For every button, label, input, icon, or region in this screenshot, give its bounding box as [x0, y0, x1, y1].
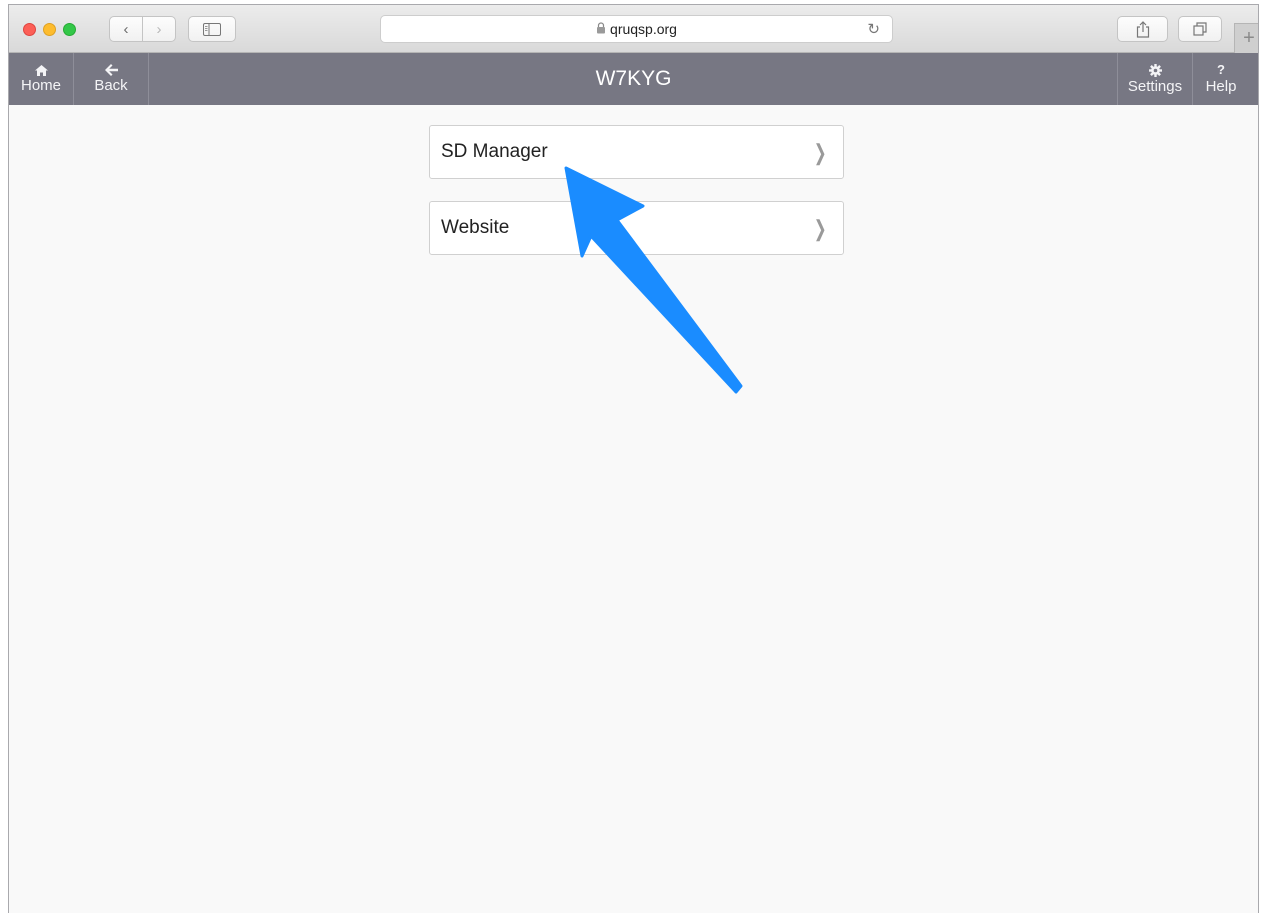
arrow-left-icon — [104, 64, 118, 76]
chevron-left-icon: ‹ — [123, 20, 129, 38]
chevron-right-icon: ❯ — [813, 140, 827, 165]
show-tabs-button[interactable] — [1178, 16, 1222, 42]
browser-toolbar: ‹ › qruqsp.org ↻ + — [9, 5, 1258, 53]
browser-window: ‹ › qruqsp.org ↻ + W7KYG Home Back Setti… — [8, 4, 1259, 913]
minimize-window-button[interactable] — [43, 23, 56, 36]
lock-icon — [596, 21, 606, 37]
home-button[interactable]: Home — [9, 53, 74, 105]
page-title: W7KYG — [595, 67, 672, 90]
help-label: Help — [1205, 78, 1237, 95]
plus-icon: + — [1243, 27, 1255, 49]
gear-icon — [1148, 63, 1162, 77]
menu-item-sd-manager[interactable]: SD Manager ❯ — [429, 125, 844, 179]
menu-item-label: SD Manager — [441, 141, 548, 162]
chevron-right-icon: › — [156, 20, 162, 38]
url-text: qruqsp.org — [610, 21, 677, 37]
address-bar[interactable]: qruqsp.org ↻ — [380, 15, 893, 43]
back-label: Back — [94, 77, 128, 94]
sidebar-icon — [203, 22, 221, 36]
close-window-button[interactable] — [23, 23, 36, 36]
share-icon — [1136, 20, 1149, 38]
help-button[interactable]: ? Help — [1192, 53, 1249, 105]
settings-label: Settings — [1127, 77, 1183, 95]
home-label: Home — [20, 76, 61, 94]
browser-forward-button[interactable]: › — [142, 17, 175, 41]
reload-icon[interactable]: ↻ — [867, 20, 880, 38]
back-button[interactable]: Back — [74, 53, 149, 105]
question-mark-icon: ? — [1217, 62, 1225, 77]
browser-back-button[interactable]: ‹ — [110, 17, 142, 41]
settings-button[interactable]: Settings — [1117, 53, 1192, 105]
chevron-right-icon: ❯ — [813, 216, 827, 241]
share-button[interactable] — [1117, 16, 1168, 42]
new-tab-button[interactable]: + — [1234, 23, 1258, 53]
zoom-window-button[interactable] — [63, 23, 76, 36]
tabs-overview-icon — [1193, 22, 1207, 36]
app-header: W7KYG Home Back Settings ? Help — [9, 53, 1258, 105]
menu-item-label: Website — [441, 217, 510, 238]
history-nav: ‹ › — [109, 16, 176, 42]
menu-item-website[interactable]: Website ❯ — [429, 201, 844, 255]
home-icon — [34, 64, 48, 76]
sidebar-toggle-button[interactable] — [188, 16, 236, 42]
